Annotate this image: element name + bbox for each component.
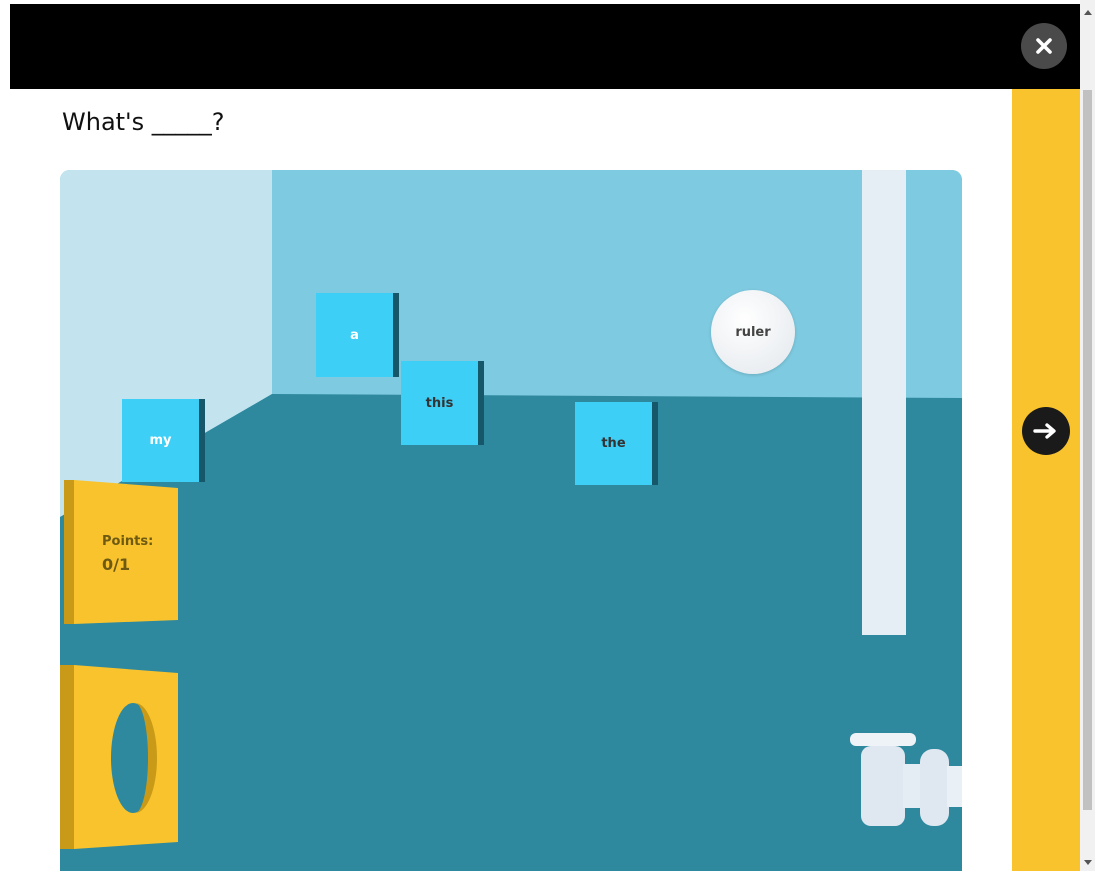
ruler-ball[interactable]: ruler	[711, 290, 795, 374]
word-card-label: this	[425, 395, 454, 411]
word-card-label: the	[601, 436, 626, 451]
page-scrollbar[interactable]	[1080, 0, 1095, 871]
scroll-up-icon[interactable]	[1084, 10, 1092, 15]
question-text: What's _____?	[62, 108, 225, 136]
ball-label: ruler	[735, 324, 771, 340]
word-card-a[interactable]: a	[316, 293, 399, 377]
top-bar	[10, 4, 1080, 89]
word-card-label: a	[350, 327, 359, 343]
points-display: Points: 0/1	[102, 534, 153, 574]
scroll-thumb[interactable]	[1083, 90, 1092, 810]
word-card-this[interactable]: this	[401, 361, 484, 445]
scroll-down-icon[interactable]	[1084, 860, 1092, 865]
close-button[interactable]	[1021, 23, 1067, 69]
room-background	[60, 170, 962, 871]
word-card-label: my	[149, 433, 172, 448]
side-panel	[1012, 89, 1080, 871]
points-label: Points:	[102, 534, 154, 549]
points-value: 0/1	[102, 555, 131, 574]
next-button[interactable]	[1022, 407, 1070, 455]
game-scene: a this my the ruler Points: 0/1	[60, 170, 962, 871]
close-icon	[1036, 38, 1052, 54]
word-card-the[interactable]: the	[575, 402, 658, 485]
arrow-right-icon	[1033, 423, 1056, 439]
word-card-my[interactable]: my	[122, 399, 205, 482]
